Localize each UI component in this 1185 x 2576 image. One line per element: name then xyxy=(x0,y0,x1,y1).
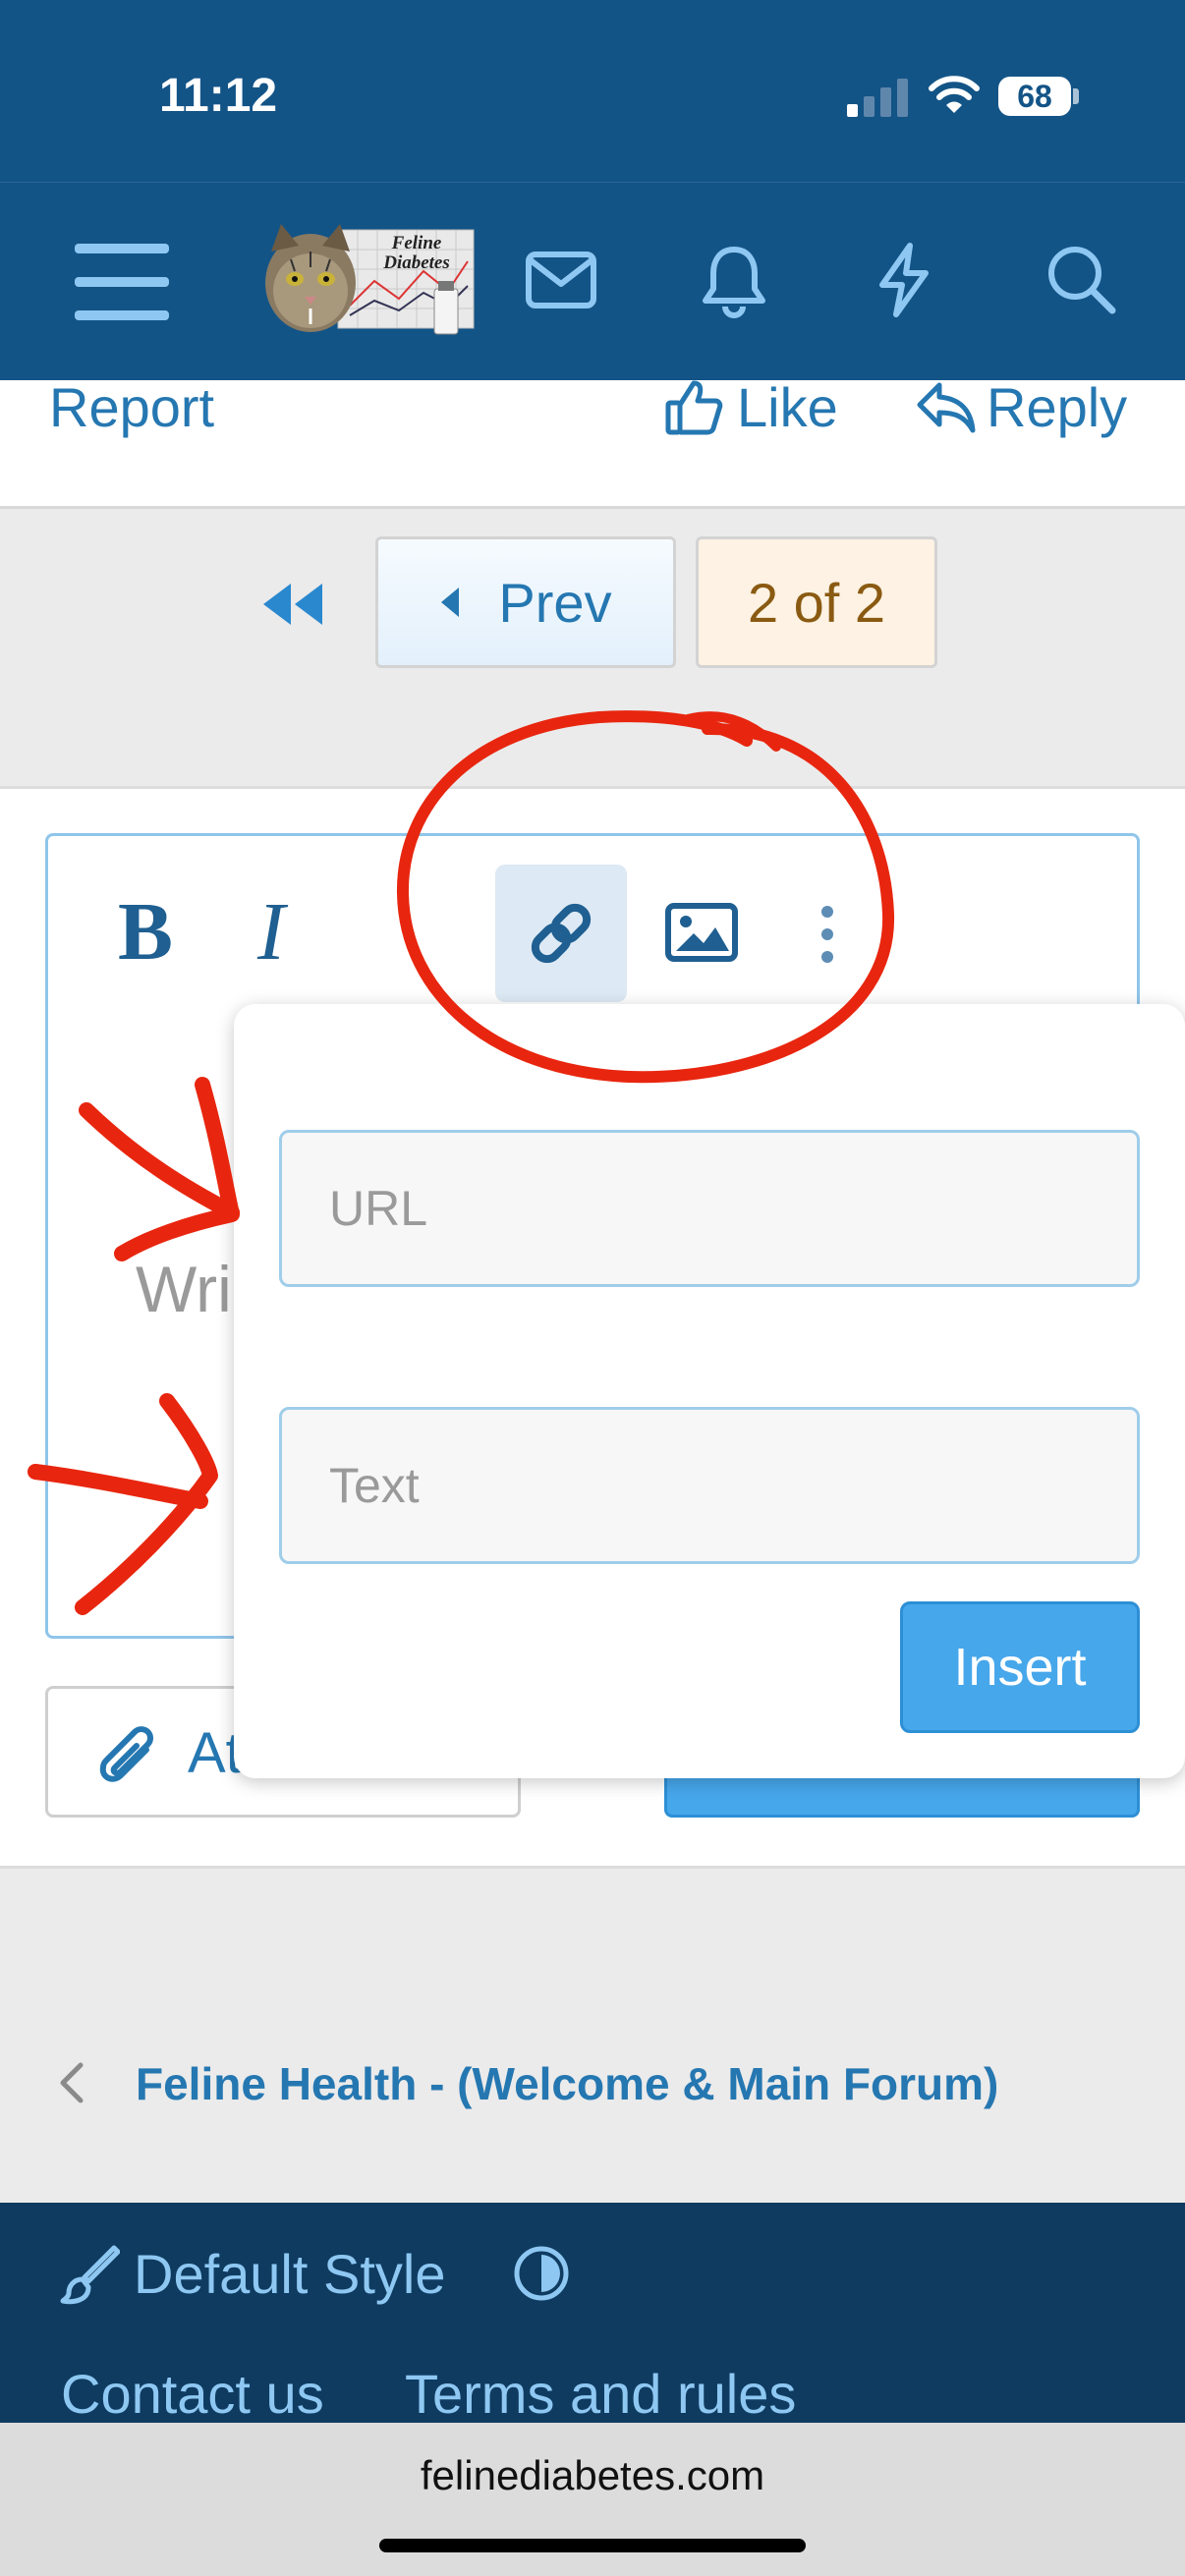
editor-placeholder: Wri xyxy=(136,1253,232,1325)
first-page-icon[interactable] xyxy=(261,582,324,627)
home-indicator xyxy=(379,2539,806,2552)
reply-icon xyxy=(917,382,976,432)
logo-text-line2: Diabetes xyxy=(383,252,450,273)
page-indicator: 2 of 2 xyxy=(696,536,937,668)
text-input[interactable]: Text xyxy=(279,1407,1140,1564)
link-button[interactable] xyxy=(495,865,627,1002)
style-chooser[interactable]: Default Style xyxy=(59,2242,446,2306)
style-label: Default Style xyxy=(134,2243,446,2305)
logo-text-line1: Feline xyxy=(391,233,442,253)
breadcrumb-label: Feline Health - (Welcome & Main Forum) xyxy=(136,2058,999,2109)
prev-label: Prev xyxy=(498,571,612,634)
status-time: 11:12 xyxy=(159,70,278,122)
terms-link[interactable]: Terms and rules xyxy=(405,2362,796,2426)
wifi-icon xyxy=(929,76,980,113)
search-icon[interactable] xyxy=(1045,244,1118,316)
browser-address-bar[interactable] xyxy=(0,2423,1185,2576)
reply-label: Reply xyxy=(987,376,1128,438)
prev-page-button[interactable]: Prev xyxy=(375,536,676,668)
chevron-left-icon xyxy=(60,2062,84,2103)
site-logo[interactable]: Feline Diabetes xyxy=(252,222,478,340)
mail-icon[interactable] xyxy=(525,251,597,309)
like-button[interactable]: Like xyxy=(664,375,838,439)
breadcrumb[interactable]: Feline Health - (Welcome & Main Forum) xyxy=(0,2024,1185,2142)
url-input[interactable]: URL xyxy=(279,1130,1140,1287)
paintbrush-icon xyxy=(60,2245,120,2304)
reply-button[interactable]: Reply xyxy=(916,375,1127,439)
paperclip-icon xyxy=(99,1726,154,1782)
browser-url: felinediabetes.com xyxy=(420,2452,765,2498)
report-link[interactable]: Report xyxy=(49,375,214,439)
italic-button[interactable]: I xyxy=(257,884,285,980)
image-button[interactable] xyxy=(664,902,739,963)
signal-icon xyxy=(847,79,908,117)
contrast-toggle-icon[interactable] xyxy=(513,2245,570,2302)
bold-button[interactable]: B xyxy=(118,884,173,980)
insert-button[interactable]: Insert xyxy=(900,1601,1140,1733)
battery-nub xyxy=(1073,88,1079,104)
menu-icon[interactable] xyxy=(75,242,169,322)
bell-icon[interactable] xyxy=(700,244,768,318)
link-icon xyxy=(531,903,592,964)
bolt-icon[interactable] xyxy=(873,242,935,318)
more-options-icon[interactable] xyxy=(816,904,839,965)
caret-left-icon xyxy=(441,588,460,617)
battery-indicator: 68 xyxy=(998,77,1071,116)
thumbs-up-icon xyxy=(665,380,723,434)
like-label: Like xyxy=(737,376,838,438)
contact-us-link[interactable]: Contact us xyxy=(61,2362,324,2426)
